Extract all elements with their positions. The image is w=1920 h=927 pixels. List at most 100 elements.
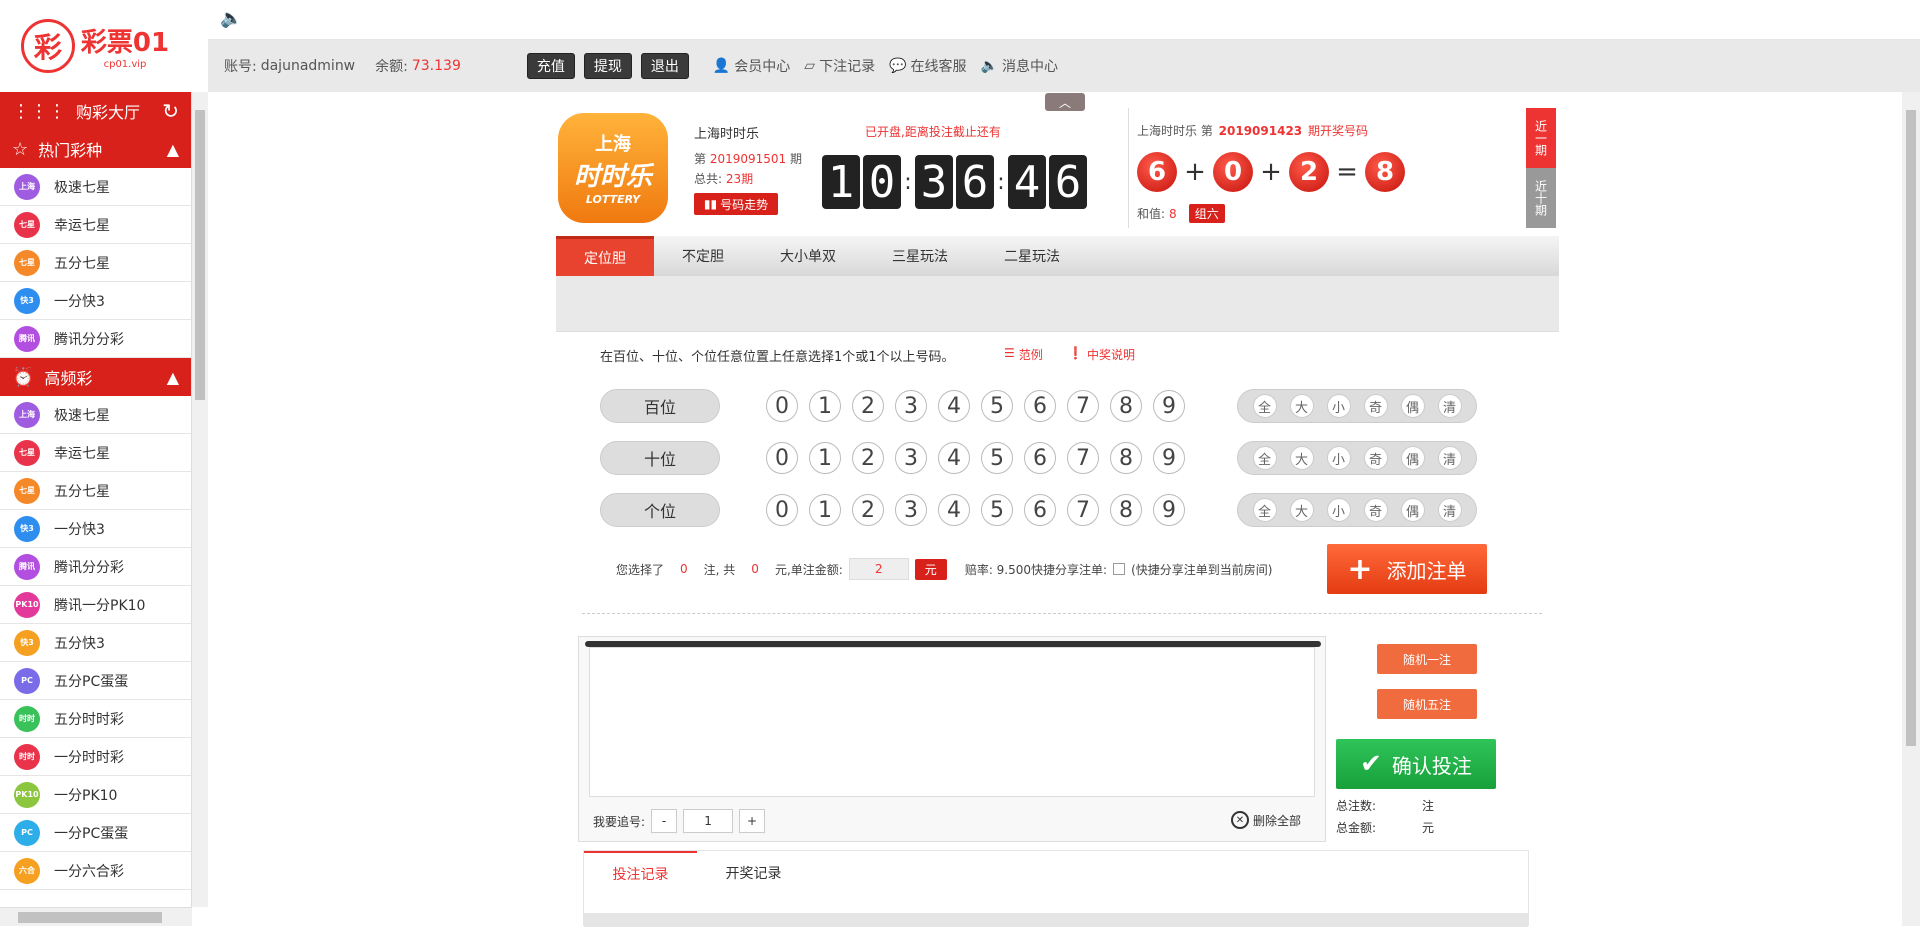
number-ball[interactable]: 8 bbox=[1110, 494, 1142, 526]
quick-select-button[interactable]: 大 bbox=[1289, 394, 1314, 418]
sidebar-item[interactable]: PC 一分PC蛋蛋 bbox=[0, 814, 191, 852]
sidebar-item[interactable]: 快3 一分快3 bbox=[0, 510, 191, 548]
prize-info-link[interactable]: ❗ 中奖说明 bbox=[1068, 346, 1135, 363]
confirm-bet-button[interactable]: ✔ 确认投注 bbox=[1336, 739, 1496, 789]
number-ball[interactable]: 1 bbox=[809, 494, 841, 526]
tab-play-1[interactable]: 不定胆 bbox=[654, 236, 752, 276]
delete-all-button[interactable]: ✕ 删除全部 bbox=[1231, 811, 1301, 829]
number-ball[interactable]: 4 bbox=[938, 390, 970, 422]
number-ball[interactable]: 5 bbox=[981, 494, 1013, 526]
logout-button[interactable]: 退出 bbox=[640, 53, 689, 79]
collapse-up-icon[interactable]: ▲ bbox=[167, 368, 179, 387]
sidebar-section-hot[interactable]: ☆ 热门彩种 ▲ bbox=[0, 130, 191, 168]
sidebar-item[interactable]: 六合 一分六合彩 bbox=[0, 852, 191, 890]
number-ball[interactable]: 3 bbox=[895, 494, 927, 526]
sidebar-scrollbar[interactable] bbox=[192, 92, 208, 907]
sidebar-item[interactable]: 上海 极速七星 bbox=[0, 396, 191, 434]
number-ball[interactable]: 9 bbox=[1153, 390, 1185, 422]
number-ball[interactable]: 6 bbox=[1024, 494, 1056, 526]
chase-minus-button[interactable]: - bbox=[651, 809, 678, 833]
tab-play-4[interactable]: 二星玩法 bbox=[976, 236, 1088, 276]
sidebar-item[interactable]: 时时 一分时时彩 bbox=[0, 738, 191, 776]
number-ball[interactable]: 9 bbox=[1153, 494, 1185, 526]
sidebar-lottery-hall[interactable]: ⋮⋮⋮ 购彩大厅 ↻ bbox=[0, 92, 191, 130]
number-ball[interactable]: 6 bbox=[1024, 390, 1056, 422]
sidebar-item[interactable]: 上海 极速七星 bbox=[0, 168, 191, 206]
number-ball[interactable]: 6 bbox=[1024, 442, 1056, 474]
recharge-button[interactable]: 充值 bbox=[526, 53, 575, 79]
number-ball[interactable]: 1 bbox=[809, 442, 841, 474]
quick-select-button[interactable]: 偶 bbox=[1400, 446, 1425, 470]
withdraw-button[interactable]: 提现 bbox=[583, 53, 632, 79]
trend-button[interactable]: ▮▮ 号码走势 bbox=[694, 193, 778, 215]
quick-select-button[interactable]: 清 bbox=[1437, 394, 1462, 418]
quick-select-button[interactable]: 奇 bbox=[1363, 394, 1388, 418]
number-ball[interactable]: 5 bbox=[981, 442, 1013, 474]
quick-select-button[interactable]: 奇 bbox=[1363, 446, 1388, 470]
number-ball[interactable]: 0 bbox=[766, 494, 798, 526]
tab-draw-records[interactable]: 开奖记录 bbox=[697, 851, 810, 895]
sidebar-item[interactable]: 快3 一分快3 bbox=[0, 282, 191, 320]
number-ball[interactable]: 8 bbox=[1110, 390, 1142, 422]
site-logo[interactable]: 彩 彩票01 cp01.vip bbox=[0, 0, 190, 92]
number-ball[interactable]: 2 bbox=[852, 494, 884, 526]
quick-select-button[interactable]: 偶 bbox=[1400, 498, 1425, 522]
number-ball[interactable]: 1 bbox=[809, 390, 841, 422]
quick-select-button[interactable]: 小 bbox=[1326, 498, 1351, 522]
online-service-link[interactable]: 💬 在线客服 bbox=[889, 56, 966, 76]
bet-records-link[interactable]: ▱ 下注记录 bbox=[804, 56, 875, 76]
number-ball[interactable]: 8 bbox=[1110, 442, 1142, 474]
sidebar-horizontal-scrollbar[interactable] bbox=[0, 907, 192, 926]
number-ball[interactable]: 0 bbox=[766, 442, 798, 474]
quick-select-button[interactable]: 小 bbox=[1326, 446, 1351, 470]
number-ball[interactable]: 3 bbox=[895, 390, 927, 422]
chase-input[interactable]: 1 bbox=[683, 809, 734, 833]
number-ball[interactable]: 9 bbox=[1153, 442, 1185, 474]
sidebar-item[interactable]: 时时 五分时时彩 bbox=[0, 700, 191, 738]
number-ball[interactable]: 4 bbox=[938, 494, 970, 526]
refresh-icon[interactable]: ↻ bbox=[162, 99, 179, 123]
number-ball[interactable]: 5 bbox=[981, 390, 1013, 422]
chase-plus-button[interactable]: + bbox=[739, 809, 766, 833]
quick-select-button[interactable]: 大 bbox=[1289, 498, 1314, 522]
member-center-link[interactable]: 👤 会员中心 bbox=[713, 56, 790, 76]
example-link[interactable]: ☰ 范例 bbox=[1004, 346, 1043, 363]
quick-select-button[interactable]: 偶 bbox=[1400, 394, 1425, 418]
add-bet-button[interactable]: + 添加注单 bbox=[1327, 544, 1487, 594]
speaker-icon[interactable]: 🔈 bbox=[220, 8, 242, 29]
sidebar-item[interactable]: 腾讯 腾讯分分彩 bbox=[0, 548, 191, 586]
unit-amount-input[interactable]: 2 bbox=[848, 558, 909, 580]
sidebar-section-freq[interactable]: ⏰ 高频彩 ▲ bbox=[0, 358, 191, 396]
quick-select-button[interactable]: 清 bbox=[1437, 498, 1462, 522]
random-one-button[interactable]: 随机一注 bbox=[1377, 644, 1477, 674]
tab-play-0[interactable]: 定位胆 bbox=[556, 236, 654, 276]
sidebar-item[interactable]: 七星 五分七星 bbox=[0, 244, 191, 282]
recent-one-button[interactable]: 近一期 bbox=[1526, 108, 1556, 168]
number-ball[interactable]: 4 bbox=[938, 442, 970, 474]
number-ball[interactable]: 3 bbox=[895, 442, 927, 474]
number-ball[interactable]: 2 bbox=[852, 390, 884, 422]
number-ball[interactable]: 7 bbox=[1067, 494, 1099, 526]
quick-select-button[interactable]: 清 bbox=[1437, 446, 1462, 470]
number-ball[interactable]: 7 bbox=[1067, 390, 1099, 422]
sidebar-item[interactable]: 七星 幸运七星 bbox=[0, 206, 191, 244]
sidebar-item[interactable]: PK10 一分PK10 bbox=[0, 776, 191, 814]
sidebar-item[interactable]: 七星 五分七星 bbox=[0, 472, 191, 510]
tab-bet-records[interactable]: 投注记录 bbox=[584, 851, 697, 895]
quick-select-button[interactable]: 奇 bbox=[1363, 498, 1388, 522]
sidebar-item[interactable]: 快3 五分快3 bbox=[0, 624, 191, 662]
tab-play-3[interactable]: 三星玩法 bbox=[864, 236, 976, 276]
random-five-button[interactable]: 随机五注 bbox=[1377, 689, 1477, 719]
tab-play-2[interactable]: 大小单双 bbox=[752, 236, 864, 276]
position-button[interactable]: 个位 bbox=[600, 493, 720, 527]
main-scrollbar[interactable] bbox=[1902, 92, 1920, 926]
sidebar-item[interactable]: PC 五分PC蛋蛋 bbox=[0, 662, 191, 700]
sidebar-item[interactable]: PK10 腾讯一分PK10 bbox=[0, 586, 191, 624]
quick-select-button[interactable]: 全 bbox=[1252, 446, 1277, 470]
collapse-up-icon[interactable]: ▲ bbox=[167, 140, 179, 159]
number-ball[interactable]: 0 bbox=[766, 390, 798, 422]
recent-ten-button[interactable]: 近十期 bbox=[1526, 168, 1556, 228]
yuan-button[interactable]: 元 bbox=[914, 558, 947, 580]
share-checkbox[interactable] bbox=[1113, 563, 1126, 575]
quick-select-button[interactable]: 大 bbox=[1289, 446, 1314, 470]
